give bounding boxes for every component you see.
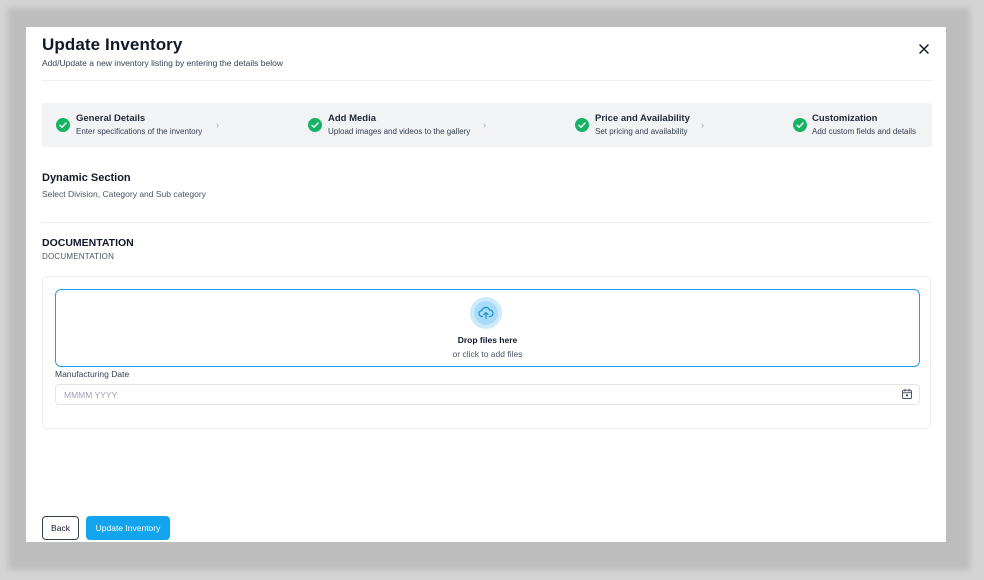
documentation-subtitle: DOCUMENTATION xyxy=(42,252,115,261)
check-circle-icon xyxy=(56,118,70,132)
step-title: Price and Availability xyxy=(595,113,690,124)
dynamic-section-subtitle: Select Division, Category and Sub catego… xyxy=(42,189,206,199)
cloud-upload-icon xyxy=(478,306,494,320)
step-title: Customization xyxy=(812,113,878,124)
modal-subtitle: Add/Update a new inventory listing by en… xyxy=(42,58,283,68)
step-description: Enter specifications of the inventory xyxy=(76,127,203,136)
header-divider xyxy=(42,80,932,81)
chevron-right-icon: › xyxy=(483,120,486,130)
modal-title: Update Inventory xyxy=(42,35,183,54)
dynamic-section-title: Dynamic Section xyxy=(42,172,131,184)
step-description: Add custom fields and details xyxy=(812,127,917,136)
progress-stepper: General Details Enter specifications of … xyxy=(42,103,932,147)
step-title: General Details xyxy=(76,113,146,124)
check-circle-icon xyxy=(308,118,322,132)
documentation-title: DOCUMENTATION xyxy=(42,237,134,249)
upload-icon-badge xyxy=(470,297,502,329)
step-title: Add Media xyxy=(328,113,377,124)
chevron-right-icon: › xyxy=(216,120,219,130)
manufacturing-date-label: Manufacturing Date xyxy=(55,369,130,379)
documentation-card: Drop files here or click to add files Ma… xyxy=(42,276,931,429)
section-divider xyxy=(42,222,932,223)
check-circle-icon xyxy=(793,118,807,132)
update-inventory-modal: Update Inventory Add/Update a new invent… xyxy=(26,27,946,542)
dropzone-title: Drop files here xyxy=(457,335,518,345)
file-dropzone[interactable]: Drop files here or click to add files xyxy=(55,289,920,367)
update-inventory-button[interactable]: Update Inventory xyxy=(86,516,170,540)
step-description: Upload images and videos to the gallery xyxy=(328,127,471,136)
chevron-right-icon: › xyxy=(701,120,704,130)
back-button[interactable]: Back xyxy=(42,516,79,540)
manufacturing-date-input[interactable] xyxy=(55,384,920,405)
calendar-icon[interactable] xyxy=(901,388,913,400)
dropzone-subtitle: or click to add files xyxy=(452,349,523,359)
step-description: Set pricing and availability xyxy=(595,127,688,136)
close-icon[interactable] xyxy=(916,41,932,57)
check-circle-icon xyxy=(575,118,589,132)
